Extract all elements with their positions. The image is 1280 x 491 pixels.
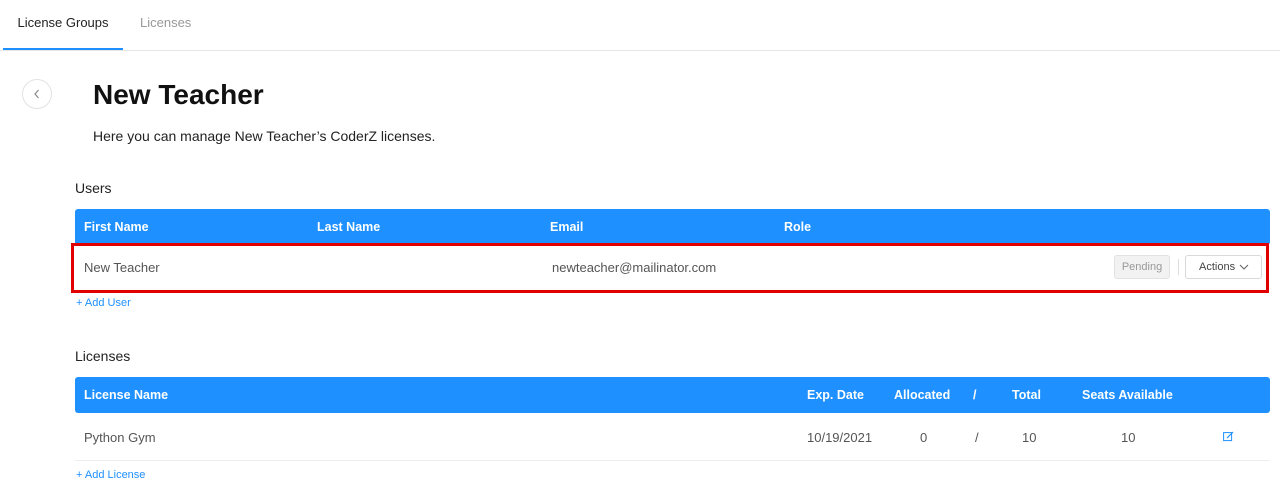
- chevron-left-icon: [34, 89, 39, 99]
- licenses-table-header: License Name Exp. Date Allocated / Total…: [75, 377, 1270, 413]
- license-name: Python Gym: [84, 430, 156, 445]
- users-section-title: Users: [75, 180, 112, 196]
- page-subtitle: Here you can manage New Teacher’s CoderZ…: [93, 128, 436, 144]
- column-seats-available: Seats Available: [1082, 388, 1173, 402]
- page-title: New Teacher: [93, 79, 264, 110]
- users-table-header: First Name Last Name Email Role: [75, 209, 1270, 245]
- license-allocated: 0: [920, 430, 928, 445]
- license-slash: /: [975, 430, 979, 445]
- tab-license-groups[interactable]: License Groups: [3, 0, 123, 50]
- edit-icon[interactable]: [1223, 431, 1234, 442]
- column-license-name: License Name: [84, 388, 169, 402]
- column-total: Total: [1012, 388, 1041, 402]
- add-license-link[interactable]: + Add License: [76, 469, 145, 481]
- tab-licenses[interactable]: Licenses: [140, 0, 191, 48]
- licenses-section-title: Licenses: [75, 348, 131, 364]
- column-slash: /: [973, 388, 977, 402]
- highlight-box: [71, 243, 1269, 293]
- column-last-name: Last Name: [317, 220, 381, 234]
- license-exp-date: 10/19/2021: [807, 430, 873, 445]
- license-total: 10: [1022, 430, 1037, 445]
- add-user-link[interactable]: + Add User: [76, 297, 131, 309]
- back-button[interactable]: [22, 79, 52, 109]
- column-exp-date: Exp. Date: [807, 388, 864, 402]
- column-allocated: Allocated: [894, 388, 951, 402]
- tab-bar: License Groups Licenses: [0, 0, 1280, 51]
- row-divider: [75, 460, 1270, 461]
- column-email: Email: [550, 220, 584, 234]
- license-seats-available: 10: [1121, 430, 1136, 445]
- table-row: Python Gym 10/19/2021 0 / 10 10: [75, 414, 1270, 460]
- column-first-name: First Name: [84, 220, 149, 234]
- column-role: Role: [784, 220, 812, 234]
